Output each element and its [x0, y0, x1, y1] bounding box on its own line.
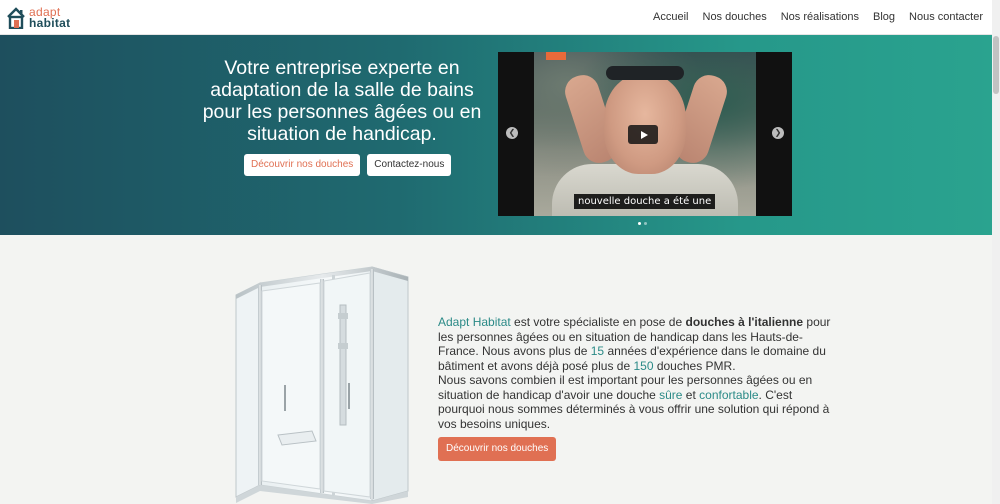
video-carousel[interactable]: nouvelle douche a été une ❮ ❯ — [498, 52, 792, 216]
nav-blog[interactable]: Blog — [873, 11, 895, 23]
logo[interactable]: adapt habitat — [6, 6, 70, 30]
hero-title: Votre entreprise experte en adaptation d… — [202, 57, 482, 145]
discover-showers-button[interactable]: Découvrir nos douches — [244, 154, 361, 176]
video-subtitle: nouvelle douche a été une — [574, 194, 716, 209]
top-navbar: adapt habitat Accueil Nos douches Nos ré… — [0, 0, 992, 35]
intro-text: douches PMR. — [653, 358, 736, 373]
shower-cabin-image — [232, 265, 412, 504]
intro-paragraph: Adapt Habitat est votre spécialiste en p… — [438, 315, 838, 431]
brand-name[interactable]: Adapt Habitat — [438, 315, 511, 329]
play-icon[interactable] — [628, 125, 658, 144]
carousel-dot[interactable] — [644, 222, 647, 225]
keyword-safe: sûre — [659, 387, 683, 402]
carousel-prev-icon[interactable]: ❮ — [506, 127, 518, 139]
years-count: 15 — [590, 344, 605, 358]
showers-count: 150 — [633, 358, 654, 373]
keyword-comfortable: confortable — [699, 387, 759, 402]
video-person-face — [604, 74, 686, 174]
video-person-glasses — [606, 66, 684, 80]
carousel-dots — [638, 222, 647, 225]
logo-text-habitat: habitat — [29, 16, 71, 30]
nav-nos-realisations[interactable]: Nos réalisations — [781, 11, 859, 23]
video-sign-shape — [546, 52, 566, 60]
nav-nos-douches[interactable]: Nos douches — [703, 11, 767, 23]
nav-nous-contacter[interactable]: Nous contacter — [909, 11, 983, 23]
discover-showers-cta-button[interactable]: Découvrir nos douches — [438, 437, 557, 461]
carousel-dot[interactable] — [638, 222, 641, 225]
contact-button[interactable]: Contactez-nous — [367, 154, 452, 176]
hero-section: Votre entreprise experte en adaptation d… — [0, 35, 992, 235]
house-logo-icon — [6, 7, 26, 30]
intro-bold-italian-showers: douches à l'italienne — [685, 315, 804, 329]
nav-accueil[interactable]: Accueil — [653, 11, 688, 23]
carousel-next-icon[interactable]: ❯ — [772, 127, 784, 139]
scrollbar-thumb[interactable] — [993, 36, 999, 94]
intro-text: et — [682, 387, 700, 402]
intro-text: est votre spécialiste en pose de — [510, 315, 686, 329]
nav-links: Accueil Nos douches Nos réalisations Blo… — [653, 11, 983, 23]
scrollbar[interactable] — [992, 0, 1000, 504]
hero-buttons: Découvrir nos douches Contactez-nous — [244, 154, 452, 176]
